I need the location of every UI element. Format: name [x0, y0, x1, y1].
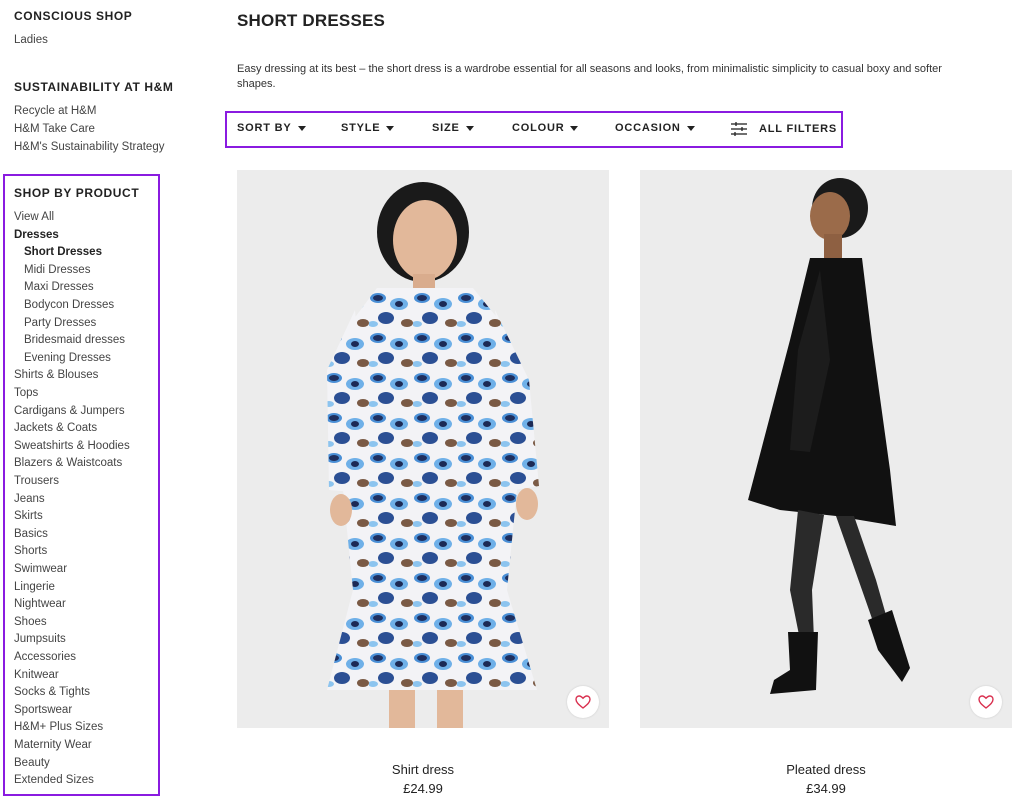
- page-title: SHORT DRESSES: [237, 11, 386, 30]
- chevron-down-icon: [570, 125, 579, 131]
- favourite-button[interactable]: [970, 686, 1002, 718]
- style-label: STYLE: [341, 122, 381, 134]
- sidebar-item-jeans[interactable]: Jeans: [14, 492, 45, 506]
- sidebar-link-strategy[interactable]: H&M's Sustainability Strategy: [14, 140, 164, 154]
- category-description: Easy dressing at its best – the short dr…: [237, 63, 942, 90]
- sidebar-item-shorts[interactable]: Shorts: [14, 544, 47, 558]
- occasion-dropdown[interactable]: OCCASION: [615, 122, 695, 134]
- sidebar-item-skirts[interactable]: Skirts: [14, 509, 43, 523]
- sidebar-link-ladies[interactable]: Ladies: [14, 33, 48, 47]
- sidebar-item-extended-sizes[interactable]: Extended Sizes: [14, 773, 94, 787]
- model-photo-leopard-dress: [237, 170, 609, 728]
- sidebar-item-short-dresses[interactable]: Short Dresses: [24, 245, 102, 259]
- sidebar-item-jumpsuits[interactable]: Jumpsuits: [14, 632, 66, 646]
- sidebar-item-maxi-dresses[interactable]: Maxi Dresses: [24, 280, 94, 294]
- sort-by-dropdown[interactable]: SORT BY: [237, 122, 306, 134]
- sidebar-item-tops[interactable]: Tops: [14, 386, 38, 400]
- sidebar-item-evening-dresses[interactable]: Evening Dresses: [24, 351, 111, 365]
- sustainability-heading: SUSTAINABILITY AT H&M: [14, 80, 174, 94]
- filter-sliders-icon: [731, 122, 747, 136]
- size-label: SIZE: [432, 122, 460, 134]
- model-photo-black-dress: [640, 170, 1012, 728]
- heart-icon: [575, 695, 591, 709]
- sort-by-label: SORT BY: [237, 122, 292, 134]
- chevron-down-icon: [386, 125, 395, 131]
- conscious-shop-heading: CONSCIOUS SHOP: [14, 9, 133, 23]
- sidebar-item-trousers[interactable]: Trousers: [14, 474, 59, 488]
- product-price: £24.99: [403, 781, 443, 796]
- product-name[interactable]: Shirt dress: [237, 762, 609, 777]
- size-dropdown[interactable]: SIZE: [432, 122, 474, 134]
- sidebar-item-accessories[interactable]: Accessories: [14, 650, 76, 664]
- style-dropdown[interactable]: STYLE: [341, 122, 395, 134]
- sidebar-item-beauty[interactable]: Beauty: [14, 756, 50, 770]
- product-image-pleated-dress[interactable]: [640, 170, 1012, 728]
- sidebar-item-blazers-waistcoats[interactable]: Blazers & Waistcoats: [14, 456, 122, 470]
- sidebar-item-sweatshirts-hoodies[interactable]: Sweatshirts & Hoodies: [14, 439, 130, 453]
- sidebar-item-dresses[interactable]: Dresses: [14, 228, 59, 242]
- sidebar-link-take-care[interactable]: H&M Take Care: [14, 122, 95, 136]
- all-filters-label: ALL FILTERS: [759, 123, 838, 135]
- sidebar-item-basics[interactable]: Basics: [14, 527, 48, 541]
- sidebar-item-shoes[interactable]: Shoes: [14, 615, 47, 629]
- chevron-down-icon: [465, 125, 474, 131]
- chevron-down-icon: [297, 125, 306, 131]
- sidebar-item-midi-dresses[interactable]: Midi Dresses: [24, 263, 90, 277]
- sidebar-item-maternity-wear[interactable]: Maternity Wear: [14, 738, 92, 752]
- sidebar-item-bodycon-dresses[interactable]: Bodycon Dresses: [24, 298, 114, 312]
- sidebar-item-lingerie[interactable]: Lingerie: [14, 580, 55, 594]
- colour-dropdown[interactable]: COLOUR: [512, 122, 579, 134]
- sidebar-item-sportswear[interactable]: Sportswear: [14, 703, 72, 717]
- sidebar-item-shirts-blouses[interactable]: Shirts & Blouses: [14, 368, 98, 382]
- sidebar-item-cardigans-jumpers[interactable]: Cardigans & Jumpers: [14, 404, 125, 418]
- heart-icon: [978, 695, 994, 709]
- sidebar-item-party-dresses[interactable]: Party Dresses: [24, 316, 96, 330]
- product-name[interactable]: Pleated dress: [640, 762, 1012, 777]
- shop-by-product-heading: SHOP BY PRODUCT: [14, 186, 140, 200]
- sidebar-item-view-all[interactable]: View All: [14, 210, 54, 224]
- product-price: £34.99: [806, 781, 846, 796]
- sidebar-item-knitwear[interactable]: Knitwear: [14, 668, 59, 682]
- all-filters-button[interactable]: ALL FILTERS: [731, 122, 837, 136]
- sidebar-item-socks-tights[interactable]: Socks & Tights: [14, 685, 90, 699]
- product-image-shirt-dress[interactable]: [237, 170, 609, 728]
- sidebar-item-jackets-coats[interactable]: Jackets & Coats: [14, 421, 97, 435]
- sidebar-item-swimwear[interactable]: Swimwear: [14, 562, 67, 576]
- sidebar-link-recycle[interactable]: Recycle at H&M: [14, 104, 96, 118]
- occasion-label: OCCASION: [615, 122, 681, 134]
- favourite-button[interactable]: [567, 686, 599, 718]
- colour-label: COLOUR: [512, 122, 565, 134]
- sidebar-item-h-m-plus-sizes[interactable]: H&M+ Plus Sizes: [14, 720, 103, 734]
- sidebar-item-bridesmaid-dresses[interactable]: Bridesmaid dresses: [24, 333, 125, 347]
- sidebar-item-nightwear[interactable]: Nightwear: [14, 597, 66, 611]
- chevron-down-icon: [686, 125, 695, 131]
